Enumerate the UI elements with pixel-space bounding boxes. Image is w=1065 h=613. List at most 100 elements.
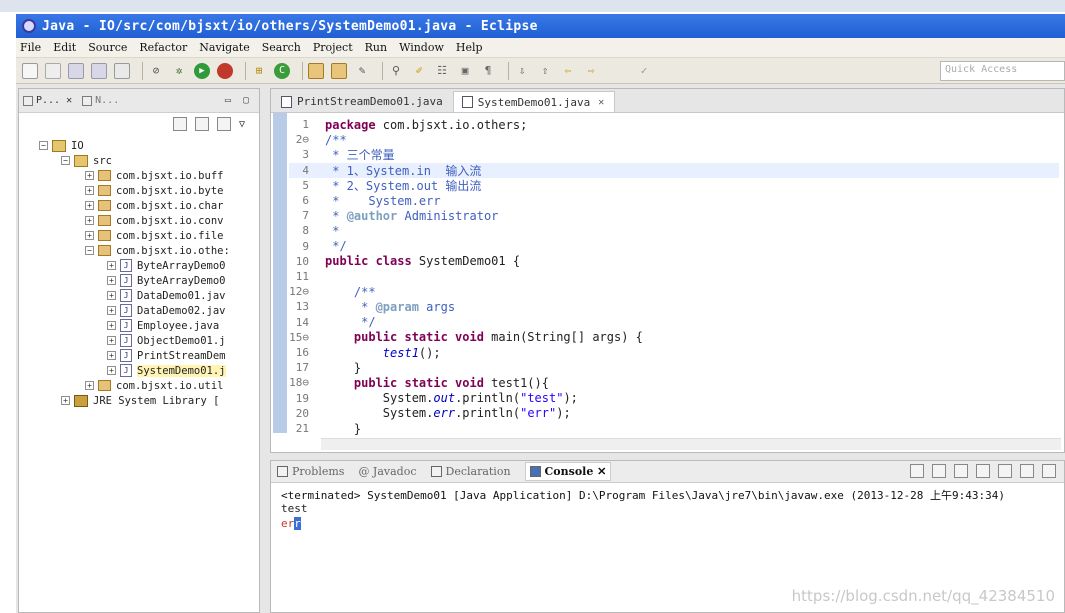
code-area[interactable]: 1 package com.bjsxt.io.others; 2⊖/** 3 * 三个… bbox=[271, 113, 1064, 436]
menu-search[interactable]: Search bbox=[262, 41, 301, 54]
code-line[interactable]: 1 package com.bjsxt.io.others; bbox=[289, 117, 1059, 132]
code-line[interactable]: 13 * @param args bbox=[289, 299, 1059, 314]
code-line[interactable]: 12⊖ /** bbox=[289, 284, 1059, 299]
tree-item-package[interactable]: + com.bjsxt.io.byte bbox=[85, 183, 223, 198]
show-whitespace-icon[interactable]: ▣ bbox=[457, 63, 473, 79]
external-tools-icon[interactable] bbox=[217, 62, 233, 79]
prev-annotation-icon[interactable]: ⇧ bbox=[537, 63, 553, 79]
collapse-all-icon[interactable] bbox=[172, 117, 187, 131]
menu-run[interactable]: Run bbox=[365, 41, 387, 54]
expand-icon[interactable]: + bbox=[107, 306, 116, 315]
pin-console-icon[interactable] bbox=[1020, 464, 1034, 478]
terminate-icon[interactable] bbox=[910, 464, 924, 478]
expand-icon[interactable]: + bbox=[85, 171, 94, 180]
code-line[interactable]: 18⊖ public static void test1(){ bbox=[289, 375, 1059, 390]
menu-window[interactable]: Window bbox=[399, 41, 444, 54]
code-line[interactable]: 6 * System.err bbox=[289, 193, 1059, 208]
expand-icon[interactable]: + bbox=[85, 186, 94, 195]
tree-item-package[interactable]: + com.bjsxt.io.conv bbox=[85, 213, 223, 228]
tree-item-file-selected[interactable]: + J SystemDemo01.j bbox=[107, 363, 226, 378]
search-icon[interactable]: ✎ bbox=[354, 63, 370, 79]
link-editor-icon[interactable] bbox=[194, 117, 209, 131]
code-line[interactable]: 15⊖ public static void main(String[] arg… bbox=[289, 330, 1059, 345]
code-line[interactable]: 3 * 三个常量 bbox=[289, 147, 1059, 162]
clear-console-icon[interactable] bbox=[976, 464, 990, 478]
new-dropdown-icon[interactable] bbox=[45, 62, 61, 79]
save-icon[interactable] bbox=[68, 62, 84, 79]
menu-navigate[interactable]: Navigate bbox=[199, 41, 249, 54]
code-line[interactable]: 7 * @author Administrator bbox=[289, 208, 1059, 223]
code-line[interactable]: 21 } bbox=[289, 421, 1059, 436]
new-class-icon[interactable]: C bbox=[274, 62, 290, 79]
tree-item-package[interactable]: + com.bjsxt.io.util bbox=[85, 378, 223, 393]
expand-icon[interactable]: + bbox=[85, 231, 94, 240]
tree-item-file[interactable]: + J ByteArrayDemo0 bbox=[107, 273, 226, 288]
console-output[interactable]: <terminated> SystemDemo01 [Java Applicat… bbox=[271, 483, 1064, 536]
horizontal-scrollbar[interactable] bbox=[321, 438, 1061, 450]
tree-item-package[interactable]: − com.bjsxt.io.othe: bbox=[85, 243, 230, 258]
code-line[interactable]: 5 * 2、System.out 输出流 bbox=[289, 178, 1059, 193]
expand-icon[interactable]: + bbox=[107, 336, 116, 345]
expand-icon[interactable]: + bbox=[107, 366, 116, 375]
tree-item-package[interactable]: + com.bjsxt.io.file bbox=[85, 228, 223, 243]
menu-edit[interactable]: Edit bbox=[53, 41, 76, 54]
annotation-icon[interactable]: ⚲ bbox=[388, 63, 404, 79]
code-line[interactable]: 14 */ bbox=[289, 315, 1059, 330]
remove-launch-icon[interactable] bbox=[932, 464, 946, 478]
new-icon[interactable] bbox=[22, 62, 38, 79]
code-line[interactable]: 19 System. out .println("test"); bbox=[289, 391, 1059, 406]
remove-all-icon[interactable] bbox=[954, 464, 968, 478]
code-line[interactable]: 8 * bbox=[289, 223, 1059, 238]
tree-item-file[interactable]: + J PrintStreamDem bbox=[107, 348, 226, 363]
tab-navigator[interactable]: N... bbox=[82, 95, 119, 106]
mark-occurrences-icon[interactable]: ✐ bbox=[411, 63, 427, 79]
quick-access-field[interactable]: Quick Access bbox=[940, 61, 1065, 81]
tab-declaration[interactable]: Declaration bbox=[430, 465, 511, 478]
scroll-lock-icon[interactable] bbox=[998, 464, 1012, 478]
code-line[interactable]: 4 * 1、System.in 输入流 bbox=[289, 162, 1059, 178]
tree-item-file[interactable]: + J DataDemo02.jav bbox=[107, 303, 226, 318]
code-line[interactable]: 11 bbox=[289, 269, 1059, 284]
debug-icon[interactable]: ✲ bbox=[171, 63, 187, 79]
menu-project[interactable]: Project bbox=[313, 41, 353, 54]
collapse-icon[interactable]: − bbox=[85, 246, 94, 255]
tree-item-package[interactable]: + com.bjsxt.io.char bbox=[85, 198, 223, 213]
menu-help[interactable]: Help bbox=[456, 41, 483, 54]
expand-icon[interactable]: + bbox=[107, 351, 116, 360]
menu-file[interactable]: File bbox=[20, 41, 41, 54]
skip-breakpoints-icon[interactable]: ⊘ bbox=[148, 63, 164, 79]
tree-item-project[interactable]: − IO bbox=[39, 138, 84, 153]
tab-printstreamdemo01[interactable]: PrintStreamDemo01.java bbox=[273, 91, 453, 112]
tab-systemdemo01[interactable]: SystemDemo01.java ✕ bbox=[452, 91, 616, 112]
run-icon[interactable]: ▶ bbox=[194, 62, 210, 79]
tree-item-file[interactable]: + J ByteArrayDemo0 bbox=[107, 258, 226, 273]
expand-icon[interactable]: + bbox=[85, 216, 94, 225]
pin-icon[interactable]: ✓ bbox=[636, 63, 652, 79]
tree-item-package[interactable]: + com.bjsxt.io.buff bbox=[85, 168, 223, 183]
view-menu-icon[interactable] bbox=[216, 117, 231, 131]
expand-icon[interactable]: + bbox=[107, 321, 116, 330]
tree-item-file[interactable]: + J DataDemo01.jav bbox=[107, 288, 226, 303]
expand-icon[interactable]: + bbox=[85, 201, 94, 210]
expand-icon[interactable]: + bbox=[107, 291, 116, 300]
code-line[interactable]: 17 } bbox=[289, 360, 1059, 375]
expand-icon[interactable]: + bbox=[85, 381, 94, 390]
tab-problems[interactable]: Problems bbox=[277, 465, 344, 478]
forward-icon[interactable]: ⇨ bbox=[583, 63, 599, 79]
code-line[interactable]: 9 */ bbox=[289, 239, 1059, 254]
open-task-icon[interactable] bbox=[331, 62, 347, 79]
minimize-maximize-icons[interactable]: ▭ ▢ bbox=[225, 95, 249, 106]
code-line[interactable]: 2⊖ /** bbox=[289, 132, 1059, 147]
tab-javadoc[interactable]: @ Javadoc bbox=[358, 465, 416, 478]
tab-console[interactable]: Console ✕ bbox=[524, 462, 612, 481]
tree-item-library[interactable]: + JRE System Library [ bbox=[61, 393, 219, 408]
collapse-icon[interactable]: − bbox=[39, 141, 48, 150]
tree-item-src[interactable]: − src bbox=[61, 153, 112, 168]
collapse-icon[interactable]: − bbox=[61, 156, 70, 165]
paragraph-icon[interactable]: ¶ bbox=[480, 63, 496, 79]
expand-icon[interactable]: + bbox=[107, 261, 116, 270]
expand-icon[interactable]: + bbox=[107, 276, 116, 285]
menu-refactor[interactable]: Refactor bbox=[139, 41, 187, 54]
expand-icon[interactable]: + bbox=[61, 396, 70, 405]
next-annotation-icon[interactable]: ⇩ bbox=[514, 63, 530, 79]
